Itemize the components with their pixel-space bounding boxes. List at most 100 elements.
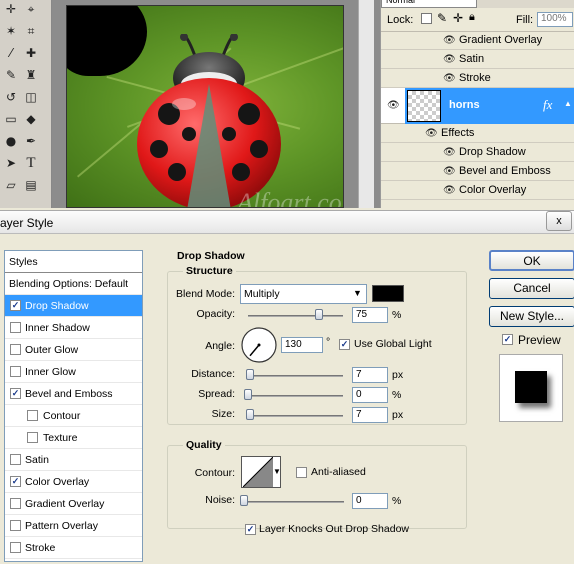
style-checkbox[interactable]: ✓: [10, 300, 21, 311]
eye-icon[interactable]: 👁︎: [425, 124, 438, 143]
style-item-inner-glow[interactable]: Inner Glow: [5, 361, 142, 383]
distance-slider-track[interactable]: [248, 375, 343, 377]
new-style-button[interactable]: New Style...: [489, 306, 574, 327]
style-item-inner-shadow[interactable]: Inner Shadow: [5, 317, 142, 339]
angle-input[interactable]: 130: [281, 337, 323, 353]
eye-icon[interactable]: 👁︎: [443, 143, 456, 162]
anti-aliased-checkbox[interactable]: [296, 467, 307, 478]
style-item-gradient-overlay[interactable]: Gradient Overlay: [5, 493, 142, 515]
stamp-tool-icon[interactable]: ♜: [22, 66, 40, 84]
spread-slider-track[interactable]: [248, 395, 343, 397]
magic-wand-icon[interactable]: ✶: [2, 22, 20, 40]
style-item-pattern-overlay[interactable]: Pattern Overlay: [5, 515, 142, 537]
document-canvas[interactable]: Alfoart.com: [66, 5, 344, 208]
contour-dropdown-icon[interactable]: ▼: [273, 467, 281, 476]
style-item-texture[interactable]: Texture: [5, 427, 142, 449]
ok-button[interactable]: OK: [489, 250, 574, 271]
style-checkbox[interactable]: [10, 322, 21, 333]
layer-row-horns[interactable]: 👁︎ horns fx ▲: [381, 88, 574, 124]
effect-row-bevel-emboss[interactable]: 👁︎ Bevel and Emboss: [381, 162, 574, 181]
dodge-tool-icon[interactable]: ●: [2, 132, 20, 150]
noise-slider-thumb[interactable]: [240, 495, 248, 506]
noise-input[interactable]: 0: [352, 493, 388, 509]
eye-icon[interactable]: 👁︎: [443, 50, 456, 69]
style-item-contour[interactable]: Contour: [5, 405, 142, 427]
angle-dial[interactable]: [240, 326, 278, 364]
style-checkbox[interactable]: [27, 432, 38, 443]
fill-input[interactable]: 100%: [537, 12, 573, 27]
style-checkbox[interactable]: [10, 498, 21, 509]
lock-brush-icon[interactable]: ✎: [437, 11, 447, 25]
lock-transparency-icon[interactable]: [421, 13, 432, 24]
style-checkbox[interactable]: ✓: [10, 388, 21, 399]
noise-slider-track[interactable]: [244, 501, 344, 503]
crop-tool-icon[interactable]: ⌗: [22, 22, 40, 40]
distance-slider-thumb[interactable]: [245, 369, 254, 380]
eye-icon[interactable]: 👁︎: [387, 96, 400, 115]
style-item-outer-glow[interactable]: Outer Glow: [5, 339, 142, 361]
style-checkbox[interactable]: [10, 542, 21, 553]
contour-picker[interactable]: ▼: [241, 456, 281, 488]
shadow-color-swatch[interactable]: [372, 285, 404, 302]
history-brush-icon[interactable]: ↺: [2, 88, 20, 106]
shape-tool-icon[interactable]: ▱: [2, 176, 20, 194]
collapse-arrow-icon[interactable]: ▲: [564, 99, 572, 108]
style-checkbox[interactable]: [27, 410, 38, 421]
opacity-slider-thumb[interactable]: [315, 309, 324, 320]
size-slider-thumb[interactable]: [245, 409, 254, 420]
style-item-stroke[interactable]: Stroke: [5, 537, 142, 559]
style-checkbox[interactable]: [10, 454, 21, 465]
effect-row-gradient-overlay[interactable]: 👁︎ Gradient Overlay: [381, 31, 574, 50]
style-checkbox[interactable]: ✓: [10, 476, 21, 487]
effect-row-satin[interactable]: 👁︎ Satin: [381, 50, 574, 69]
eye-icon[interactable]: 👁︎: [443, 31, 456, 50]
type-tool-icon[interactable]: T: [22, 154, 40, 172]
size-input[interactable]: 7: [352, 407, 388, 423]
eye-icon[interactable]: 👁︎: [443, 162, 456, 181]
notes-tool-icon[interactable]: ▤: [22, 176, 40, 194]
preview-checkbox[interactable]: ✓: [502, 334, 513, 345]
style-item-bevel-and-emboss[interactable]: ✓ Bevel and Emboss: [5, 383, 142, 405]
knockout-checkbox[interactable]: ✓: [245, 524, 256, 535]
blur-tool-icon[interactable]: ◆: [22, 110, 40, 128]
cancel-button[interactable]: Cancel: [489, 278, 574, 299]
style-item-blending-options-default[interactable]: Blending Options: Default: [5, 273, 142, 295]
slice-tool-icon[interactable]: ⁄: [2, 44, 20, 62]
blend-mode-select[interactable]: Multiply ▼: [240, 284, 367, 304]
styles-header[interactable]: Styles: [5, 251, 142, 273]
vertical-scrollbar[interactable]: [358, 0, 374, 208]
size-slider-track[interactable]: [248, 415, 343, 417]
lock-all-icon[interactable]: 🔒︎: [469, 11, 475, 24]
healing-tool-icon[interactable]: ✚: [22, 44, 40, 62]
distance-input[interactable]: 7: [352, 367, 388, 383]
effect-row-drop-shadow[interactable]: 👁︎ Drop Shadow: [381, 143, 574, 162]
gradient-tool-icon[interactable]: ▭: [2, 110, 20, 128]
spread-input[interactable]: 0: [352, 387, 388, 403]
eraser-tool-icon[interactable]: ◫: [22, 88, 40, 106]
effects-group-row[interactable]: 👁︎ Effects: [381, 124, 574, 143]
style-checkbox[interactable]: [10, 520, 21, 531]
arrow-tool-icon[interactable]: ⌖: [22, 0, 40, 18]
style-checkbox[interactable]: [10, 344, 21, 355]
effect-row-color-overlay[interactable]: 👁︎ Color Overlay: [381, 181, 574, 200]
spread-slider-thumb[interactable]: [244, 389, 252, 400]
dialog-title-bar: ayer Style: [0, 210, 574, 234]
pen-tool-icon[interactable]: ✒: [22, 132, 40, 150]
style-item-color-overlay[interactable]: ✓ Color Overlay: [5, 471, 142, 493]
style-item-drop-shadow[interactable]: ✓ Drop Shadow: [5, 295, 142, 317]
layer-blend-mode-select[interactable]: Normal: [381, 0, 477, 8]
style-item-satin[interactable]: Satin: [5, 449, 142, 471]
opacity-input[interactable]: 75: [352, 307, 388, 323]
brush-tool-icon[interactable]: ✎: [2, 66, 20, 84]
close-button[interactable]: x: [546, 211, 572, 231]
eye-icon[interactable]: 👁︎: [443, 69, 456, 88]
opacity-slider-track[interactable]: [248, 315, 343, 317]
style-checkbox[interactable]: [10, 366, 21, 377]
lock-move-icon[interactable]: ✛: [453, 11, 463, 25]
use-global-light-checkbox[interactable]: ✓: [339, 339, 350, 350]
fx-icon[interactable]: fx: [543, 97, 552, 113]
path-select-icon[interactable]: ➤: [2, 154, 20, 172]
effect-row-stroke[interactable]: 👁︎ Stroke: [381, 69, 574, 88]
move-tool-icon[interactable]: ✛: [2, 0, 20, 18]
eye-icon[interactable]: 👁︎: [443, 181, 456, 200]
